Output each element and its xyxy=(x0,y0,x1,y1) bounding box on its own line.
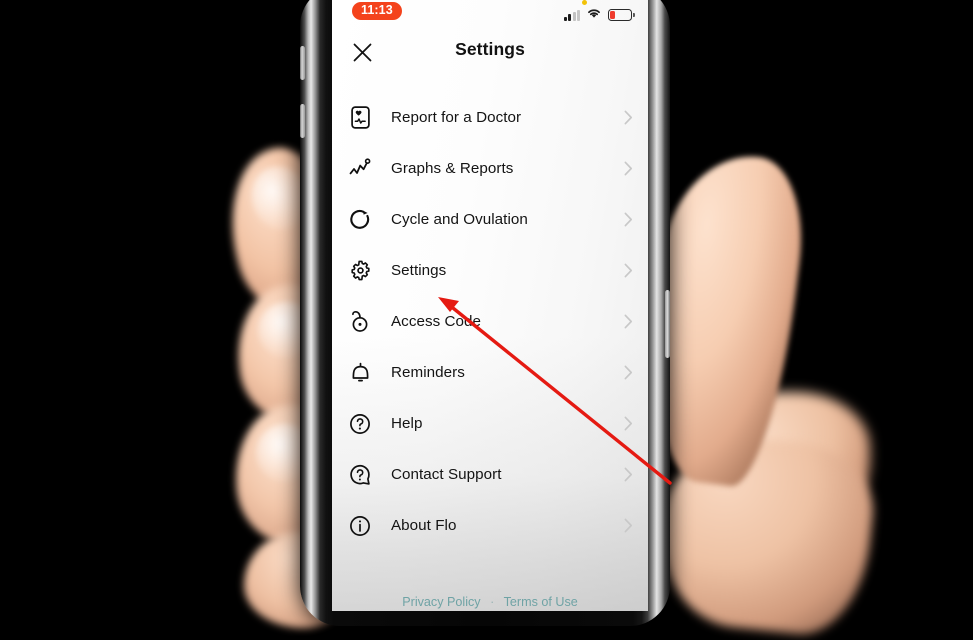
nav-header: Settings xyxy=(332,28,648,84)
bell-icon xyxy=(345,358,375,388)
phone-screen: 11:13 Settings Report for a Doctor Graph… xyxy=(332,0,648,611)
status-bar-clock-recording-pill: 11:13 xyxy=(352,2,402,20)
chevron-right-icon xyxy=(622,416,634,431)
battery-low-icon xyxy=(608,9,635,21)
status-bar: 11:13 xyxy=(332,0,648,28)
chevron-right-icon xyxy=(622,518,634,533)
menu-item-label: Graphs & Reports xyxy=(391,160,514,177)
terms-of-use-link[interactable]: Terms of Use xyxy=(504,595,578,609)
chevron-right-icon xyxy=(622,161,634,176)
menu-item-reminders[interactable]: Reminders xyxy=(332,347,648,398)
menu-item-label: Reminders xyxy=(391,364,465,381)
chevron-right-icon xyxy=(622,110,634,125)
menu-item-label: Settings xyxy=(391,262,447,279)
question-circle-icon xyxy=(345,409,375,439)
line-graph-icon xyxy=(345,154,375,184)
menu-item-contact-support[interactable]: Contact Support xyxy=(332,449,648,500)
menu-item-report-for-a-doctor[interactable]: Report for a Doctor xyxy=(332,92,648,143)
menu-item-help[interactable]: Help xyxy=(332,398,648,449)
menu-item-label: Access Code xyxy=(391,313,482,330)
menu-item-label: About Flo xyxy=(391,517,457,534)
menu-item-graphs-and-reports[interactable]: Graphs & Reports xyxy=(332,143,648,194)
volume-down-button[interactable] xyxy=(300,104,305,138)
power-button[interactable] xyxy=(665,290,670,358)
chevron-right-icon xyxy=(622,314,634,329)
menu-item-settings[interactable]: Settings xyxy=(332,245,648,296)
lock-icon xyxy=(345,307,375,337)
question-bubble-icon xyxy=(345,460,375,490)
menu-item-label: Help xyxy=(391,415,423,432)
menu-item-about-flo[interactable]: About Flo xyxy=(332,500,648,551)
footer-separator: · xyxy=(490,595,495,609)
info-circle-icon xyxy=(345,511,375,541)
footer-links: Privacy Policy · Terms of Use xyxy=(332,595,648,609)
chevron-right-icon xyxy=(622,263,634,278)
microphone-in-use-dot xyxy=(582,0,587,5)
page-title: Settings xyxy=(455,39,525,59)
chevron-right-icon xyxy=(622,467,634,482)
chevron-right-icon xyxy=(622,365,634,380)
report-document-icon xyxy=(345,103,375,133)
menu-item-label: Contact Support xyxy=(391,466,502,483)
status-bar-icons xyxy=(563,6,635,24)
cycle-refresh-icon xyxy=(345,205,375,235)
signal-bars-icon xyxy=(563,9,580,21)
wifi-icon xyxy=(586,6,602,24)
privacy-policy-link[interactable]: Privacy Policy xyxy=(402,595,480,609)
settings-menu-list: Report for a Doctor Graphs & Reports Cyc… xyxy=(332,92,648,551)
gear-icon xyxy=(345,256,375,286)
menu-item-label: Report for a Doctor xyxy=(391,109,522,126)
volume-up-button[interactable] xyxy=(300,46,305,80)
chevron-right-icon xyxy=(622,212,634,227)
battery-fill xyxy=(610,11,616,19)
menu-item-label: Cycle and Ovulation xyxy=(391,211,528,228)
menu-item-cycle-and-ovulation[interactable]: Cycle and Ovulation xyxy=(332,194,648,245)
menu-item-access-code[interactable]: Access Code xyxy=(332,296,648,347)
